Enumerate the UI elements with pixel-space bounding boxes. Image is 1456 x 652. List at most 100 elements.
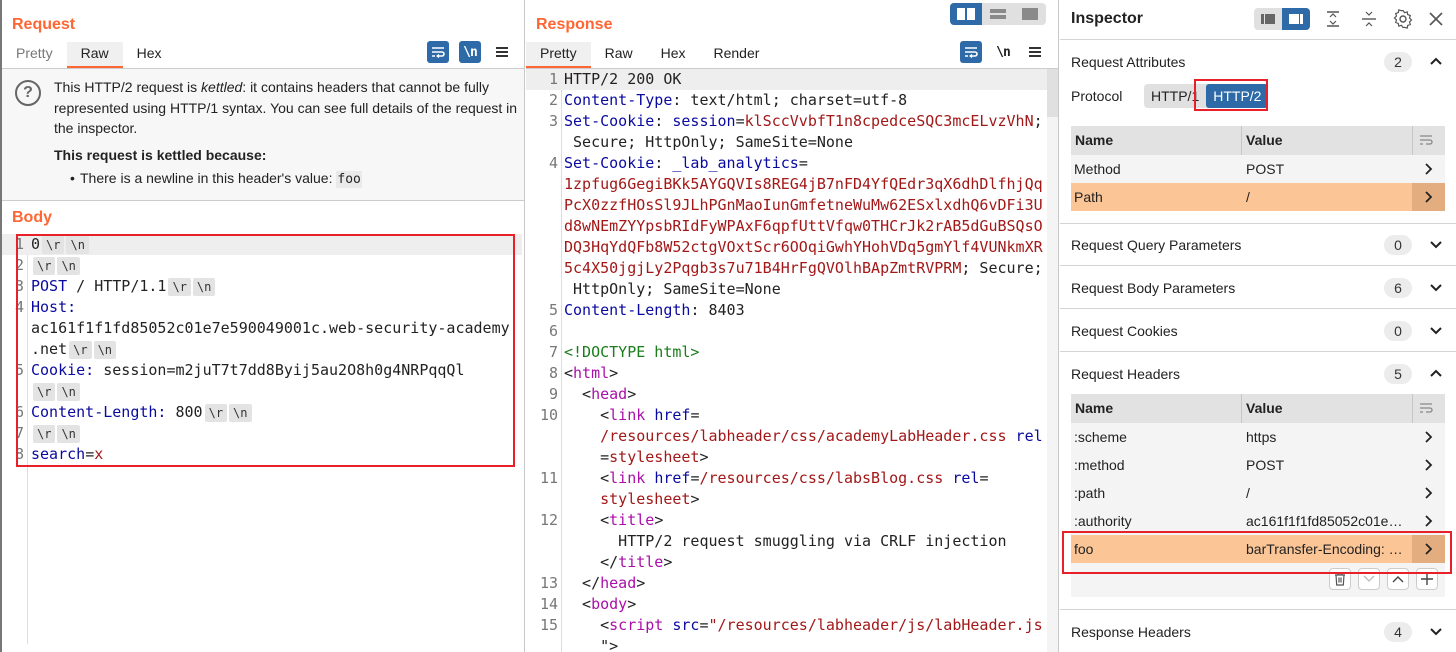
response-pane: Response Pretty Raw Hex Render \n 1 HTTP/… (526, 0, 1059, 652)
expand-row-button[interactable] (1412, 183, 1445, 211)
code-token: "/resources/labheader/js/labHeader.js (708, 616, 1043, 634)
section-count-badge: 0 (1384, 235, 1412, 255)
inspector-toolbar (1060, 8, 1456, 32)
line-text: "> (564, 636, 618, 652)
dock-left-button[interactable] (1254, 8, 1282, 30)
request-wrap-toggle[interactable] (427, 41, 449, 63)
line-number: 4 (548, 154, 558, 172)
bullet: • (70, 170, 75, 186)
kettled-reason-title: This request is kettled because: (54, 147, 267, 163)
code-line: 5c4X50jgjLy2Pqgb3s7u71B4HrFgQVOlhBApZmtR… (526, 258, 1058, 279)
section-count-badge: 2 (1384, 52, 1412, 72)
close-inspector-button[interactable] (1425, 8, 1447, 30)
header-row[interactable]: :method POST (1071, 451, 1445, 479)
line-text: <head> (564, 384, 636, 405)
code-line: 13 </head> (526, 573, 1058, 594)
scrollbar-thumb[interactable] (1047, 69, 1058, 117)
code-token: src (672, 616, 700, 634)
response-tab-hex[interactable]: Hex (647, 42, 700, 68)
request-title: Request (12, 16, 76, 33)
header-row[interactable]: :scheme https (1071, 423, 1445, 451)
right-panel-icon (1289, 14, 1303, 24)
code-token: 5c4X50jgjLy2Pqgb3s7u71B4HrFgQVOlhBApZmtR… (564, 259, 962, 277)
line-text: <body> (564, 594, 636, 615)
collapse-all-button[interactable] (1358, 8, 1380, 30)
code-line: 10 <link href= (526, 405, 1058, 426)
kettled-message: This HTTP/2 request is kettled: it conta… (54, 77, 520, 139)
line-text: <link href= (564, 405, 699, 426)
section-count-badge: 5 (1384, 364, 1412, 384)
kettled-notice: ? This HTTP/2 request is kettled: it con… (2, 69, 524, 201)
response-newline-toggle[interactable]: \n (992, 41, 1014, 63)
line-text: HTTP/2 request smuggling via CRLF inject… (564, 531, 1006, 552)
code-token: > (627, 595, 637, 613)
line-text: <title> (564, 510, 663, 531)
response-scrollbar[interactable] (1047, 69, 1058, 652)
code-token: stylesheet (600, 490, 691, 508)
header-row[interactable]: :path / (1071, 479, 1445, 507)
response-wrap-toggle[interactable] (960, 41, 982, 63)
code-token: ; Secure; (961, 259, 1043, 277)
kettled-term: kettled (201, 79, 243, 95)
section-request-headers[interactable]: Request Headers 5 (1060, 353, 1456, 395)
chevron-down-icon (1430, 628, 1442, 636)
code-line: 3 Set-Cookie: session=klSccVvbfT1n8cpedce… (526, 111, 1058, 132)
request-tab-raw[interactable]: Raw (66, 42, 123, 68)
code-token: stylesheet (609, 448, 700, 466)
code-token: Content-Length (564, 301, 691, 319)
request-tab-hex[interactable]: Hex (123, 42, 176, 68)
code-token: head (591, 385, 628, 403)
response-menu-button[interactable] (1024, 41, 1046, 63)
code-token: html (573, 364, 610, 382)
layout-split-vertical[interactable] (982, 3, 1014, 25)
kettled-reason: • There is a newline in this header's val… (70, 170, 362, 188)
code-token: : 8403 (690, 301, 745, 319)
response-tab-raw[interactable]: Raw (591, 42, 647, 68)
settings-button[interactable] (1392, 8, 1414, 30)
response-tab-render[interactable]: Render (700, 42, 774, 68)
line-text: Set-Cookie: _lab_analytics= (564, 153, 808, 174)
section-query-parameters[interactable]: Request Query Parameters 0 (1060, 224, 1456, 266)
code-line: stylesheet> (526, 489, 1058, 510)
expand-all-icon (1327, 11, 1339, 27)
code-token: Set-Cookie (564, 112, 655, 130)
section-response-headers[interactable]: Response Headers 4 (1060, 611, 1456, 652)
add-icon (1421, 573, 1433, 585)
wrap-lines-icon[interactable] (1419, 402, 1433, 414)
response-editor[interactable]: 1 HTTP/2 200 OK 2 Content-Type: text/html; … (526, 69, 1058, 652)
code-line: 9 <head> (526, 384, 1058, 405)
expand-row-button[interactable] (1412, 479, 1445, 507)
response-tab-pretty[interactable]: Pretty (526, 42, 591, 68)
request-menu-button[interactable] (491, 41, 513, 63)
code-line: 4 Set-Cookie: _lab_analytics= (526, 153, 1058, 174)
code-token: : (654, 154, 673, 172)
code-token: link (609, 406, 646, 424)
expand-row-button[interactable] (1412, 451, 1445, 479)
chevron-down-icon (1430, 241, 1442, 249)
section-label: Request Body Parameters (1071, 280, 1236, 296)
attribute-row[interactable]: Path / (1071, 183, 1445, 211)
section-cookies[interactable]: Request Cookies 0 (1060, 310, 1456, 352)
expand-row-button[interactable] (1412, 155, 1445, 183)
column-separator (1241, 394, 1242, 423)
expand-all-button[interactable] (1322, 8, 1344, 30)
response-title: Response (536, 16, 613, 33)
section-body-parameters[interactable]: Request Body Parameters 6 (1060, 267, 1456, 309)
code-token: < (564, 406, 610, 424)
expand-row-button[interactable] (1412, 423, 1445, 451)
section-request-attributes[interactable]: Request Attributes 2 (1060, 41, 1456, 83)
line-text: HttpOnly; SameSite=None (564, 279, 781, 300)
code-line: 2 Content-Type: text/html; charset=utf-8 (526, 90, 1058, 111)
request-tab-pretty[interactable]: Pretty (2, 42, 67, 68)
layout-single[interactable] (1014, 3, 1046, 25)
request-newline-toggle[interactable]: \n (459, 41, 481, 63)
line-text: =stylesheet> (564, 447, 708, 468)
code-token: /resources/css/labsBlog.css (699, 469, 944, 487)
dock-right-button[interactable] (1282, 8, 1310, 30)
attribute-row[interactable]: Method POST (1071, 155, 1445, 183)
code-token: > (663, 553, 673, 571)
wrap-lines-icon[interactable] (1419, 134, 1433, 146)
layout-split-horizontal[interactable] (950, 3, 982, 25)
